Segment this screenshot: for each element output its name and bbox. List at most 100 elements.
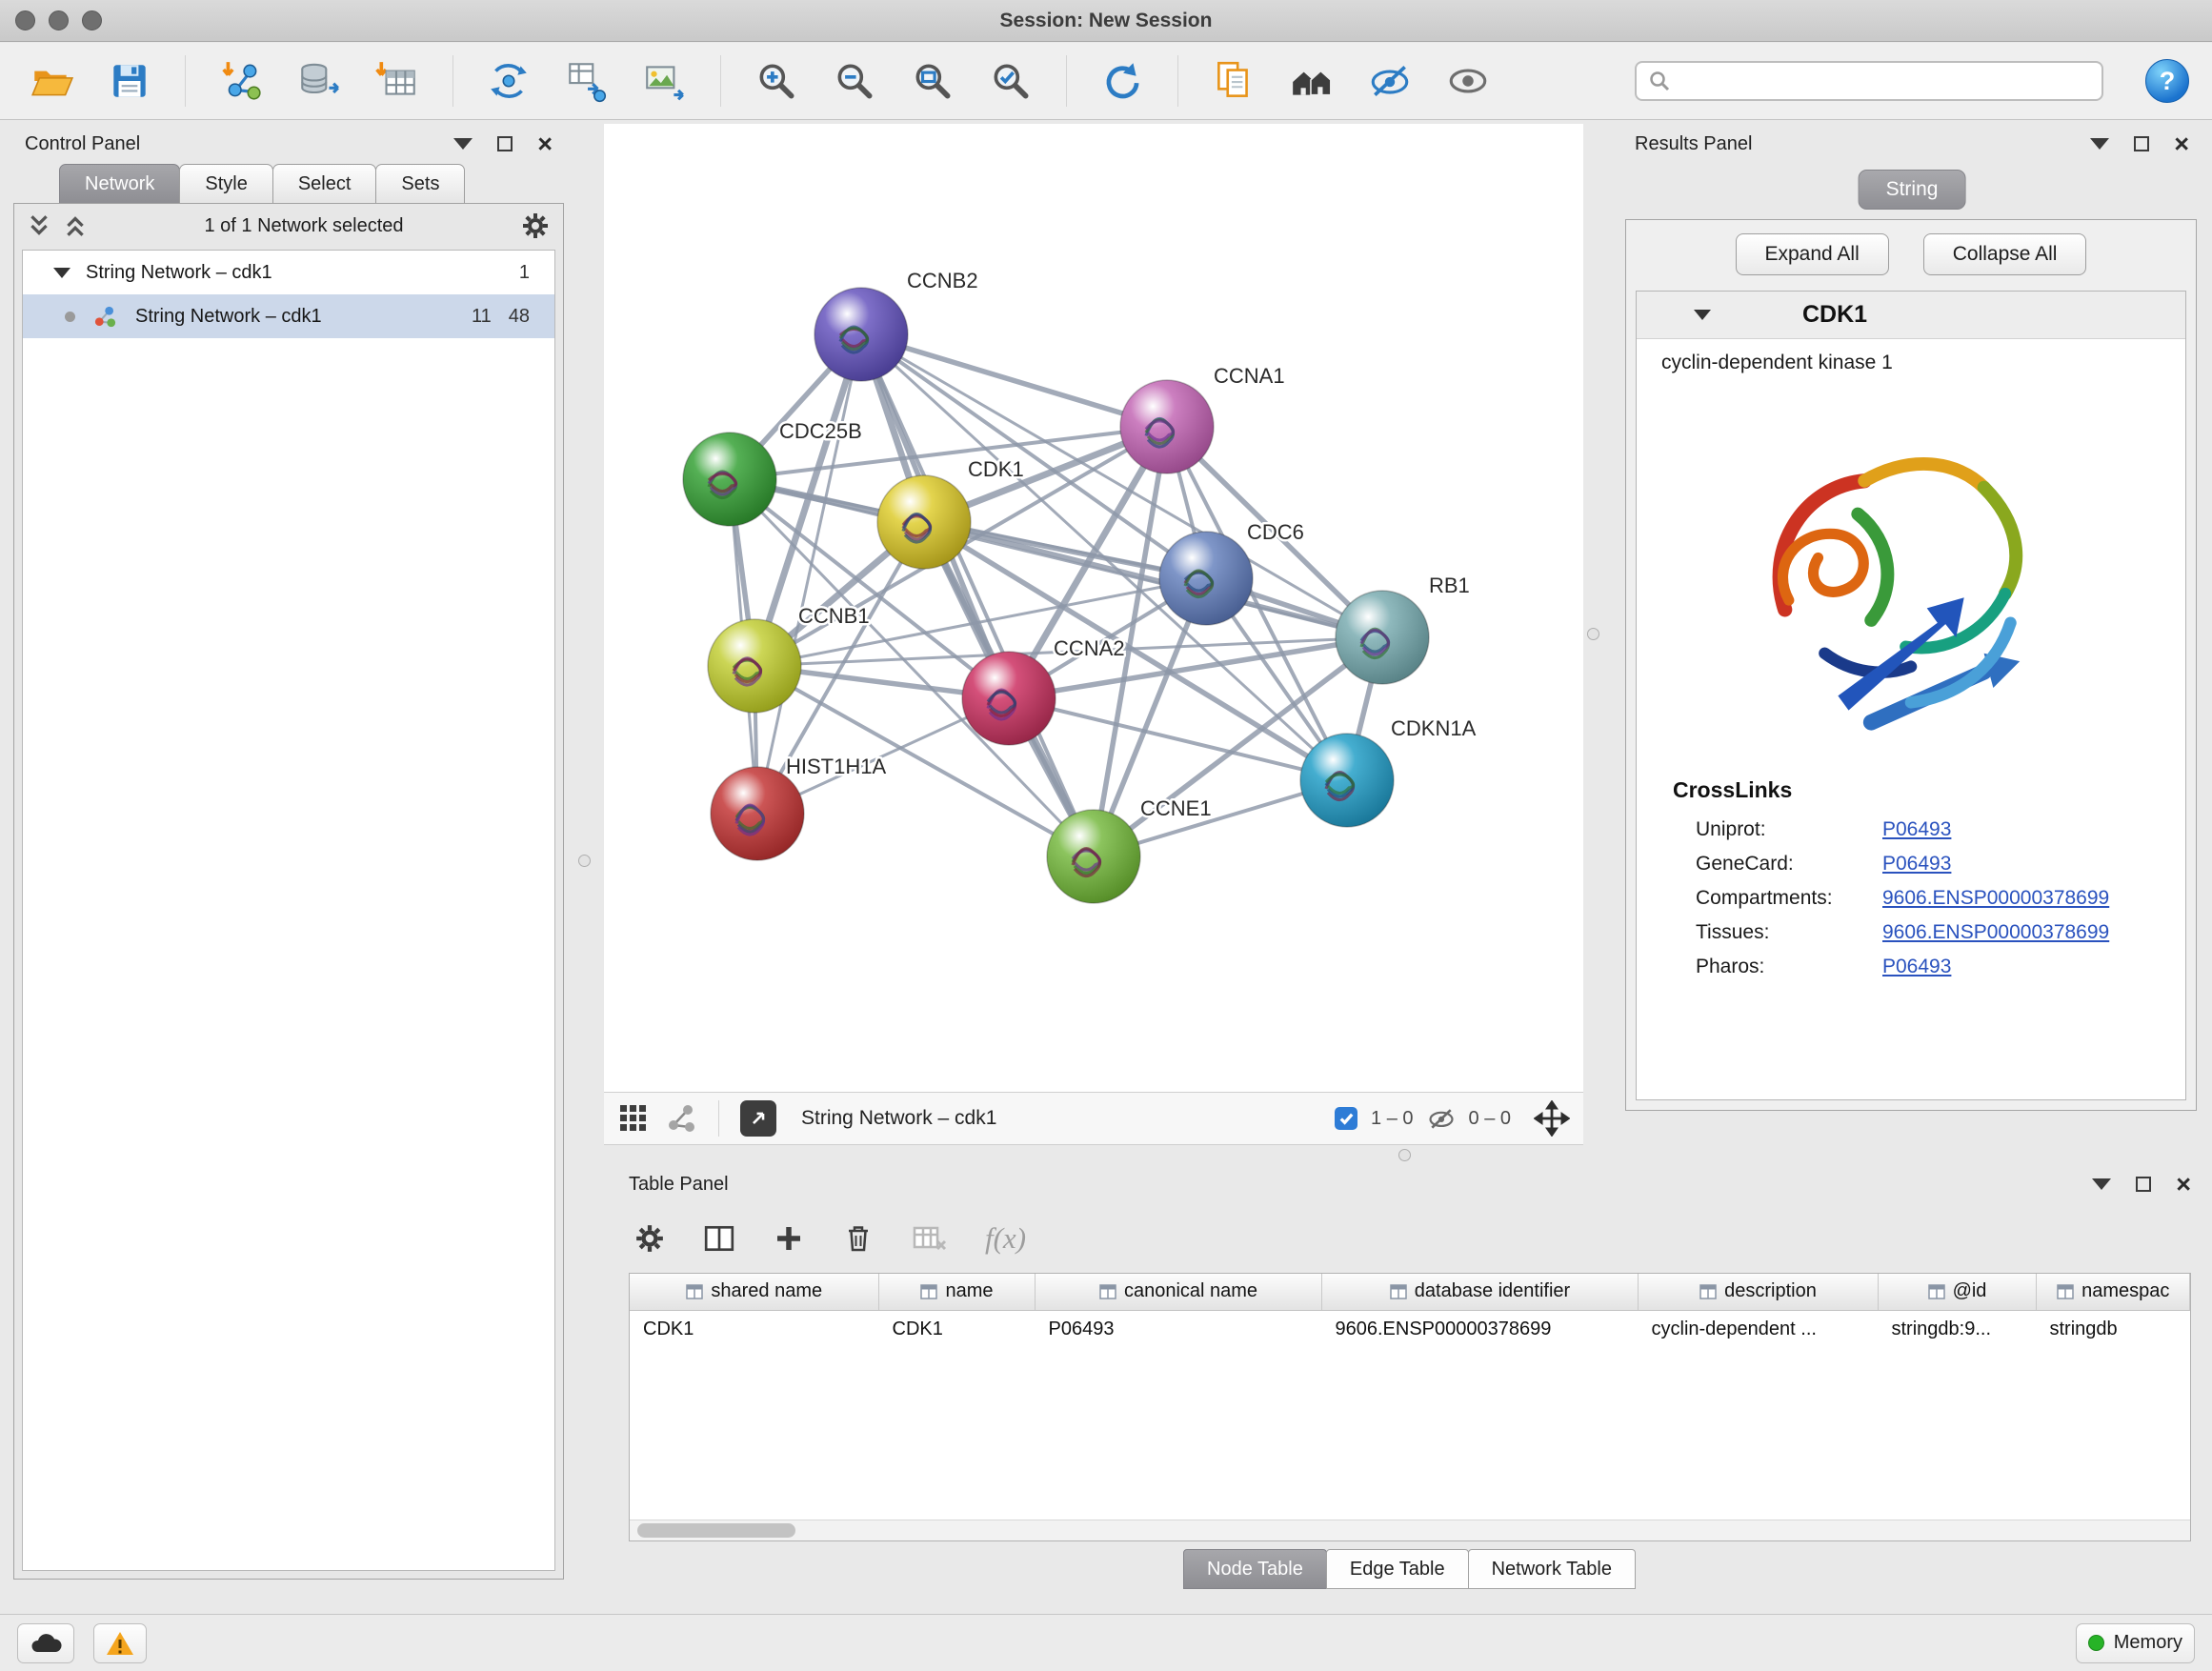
close-window-button[interactable] [15,10,35,30]
import-table-button[interactable] [369,51,426,111]
column-header[interactable]: name [878,1274,1035,1310]
network-node-cdkn1a[interactable] [1300,734,1394,827]
grid-view-icon[interactable] [617,1102,650,1135]
column-header[interactable]: canonical name [1035,1274,1321,1310]
expand-all-icon[interactable] [64,213,87,238]
hide-graphics-details-button[interactable] [1361,51,1418,111]
scrollbar-thumb[interactable] [637,1523,795,1538]
delete-column-icon[interactable] [842,1222,875,1255]
tab-edge-table[interactable]: Edge Table [1326,1549,1469,1589]
column-header[interactable]: shared name [630,1274,878,1310]
gene-section-header[interactable]: CDK1 [1637,292,2185,339]
selected-nodes-checkbox[interactable] [1335,1107,1357,1130]
select-columns-icon[interactable] [703,1223,735,1254]
network-row-selected[interactable]: String Network – cdk1 11 48 [23,294,554,338]
collection-disclosure-icon[interactable] [53,268,70,278]
network-edge[interactable] [861,334,1167,427]
float-panel-icon[interactable] [2090,138,2109,150]
float-panel-icon[interactable] [453,138,473,150]
zoom-selected-button[interactable] [982,51,1039,111]
import-network-database-button[interactable] [291,51,348,111]
search-input[interactable] [1679,70,2090,92]
crosslink-link[interactable]: P06493 [1882,818,1951,841]
close-panel-icon[interactable]: × [2174,131,2189,157]
string-tab-badge[interactable]: String [1859,170,1966,210]
tab-network-table[interactable]: Network Table [1468,1549,1636,1589]
network-node-ccne1[interactable] [1047,810,1140,903]
overview-button[interactable] [1283,51,1340,111]
restore-panel-icon[interactable] [2134,136,2149,151]
column-header[interactable]: database identifier [1321,1274,1638,1310]
network-node-hist1h1a[interactable] [711,767,804,860]
help-button[interactable]: ? [2145,59,2189,103]
tab-network[interactable]: Network [59,164,180,204]
network-options-gear-icon[interactable] [521,211,550,240]
copy-document-button[interactable] [1205,51,1262,111]
crosslink-link[interactable]: P06493 [1882,956,1951,978]
close-panel-icon[interactable]: × [2176,1172,2191,1198]
column-header[interactable]: @id [1878,1274,2036,1310]
minimize-window-button[interactable] [49,10,69,30]
network-node-ccna2[interactable] [962,652,1056,745]
network-node-cdc25b[interactable] [683,433,776,526]
splitter-handle[interactable] [1587,628,1599,640]
expand-all-button[interactable]: Expand All [1736,233,1889,275]
network-edge[interactable] [757,334,861,814]
restore-panel-icon[interactable] [2136,1177,2151,1192]
show-graphics-details-button[interactable] [1439,51,1497,111]
collapse-all-icon[interactable] [28,213,50,238]
warnings-button[interactable] [93,1623,147,1663]
gene-disclosure-icon[interactable] [1694,310,1711,320]
network-node-cdk1[interactable] [877,475,971,569]
first-neighbors-button[interactable] [480,51,537,111]
save-session-button[interactable] [101,51,158,111]
new-network-from-selection-button[interactable] [558,51,615,111]
tab-node-table[interactable]: Node Table [1183,1549,1327,1589]
column-header[interactable]: namespac [2036,1274,2190,1310]
float-panel-icon[interactable] [2092,1178,2111,1190]
tab-sets[interactable]: Sets [375,164,465,204]
network-node-ccna1[interactable] [1120,380,1214,473]
search-box[interactable] [1635,61,2103,101]
network-edge[interactable] [861,334,1094,856]
warning-icon [106,1630,134,1657]
collapse-all-button[interactable]: Collapse All [1923,233,2087,275]
network-node-ccnb1[interactable] [708,619,801,713]
table-options-gear-icon[interactable] [634,1223,665,1254]
network-share-icon[interactable] [665,1102,697,1135]
toolbar-separator [1066,55,1067,107]
close-panel-icon[interactable]: × [537,131,553,157]
tab-select[interactable]: Select [272,164,377,204]
import-network-file-button[interactable] [212,51,270,111]
network-collection-row[interactable]: String Network – cdk1 1 [23,251,554,294]
crosslink-link[interactable]: P06493 [1882,853,1951,876]
hidden-eye-icon[interactable] [1427,1104,1456,1133]
tab-style[interactable]: Style [179,164,272,204]
pan-move-icon[interactable] [1534,1100,1570,1137]
network-node-ccnb2[interactable] [814,288,908,381]
function-builder-icon[interactable]: f(x) [985,1221,1026,1256]
cloud-status-button[interactable] [17,1623,74,1663]
add-column-icon[interactable] [774,1223,804,1254]
splitter-handle[interactable] [1398,1149,1411,1161]
restore-panel-icon[interactable] [497,136,513,151]
network-node-rb1[interactable] [1336,591,1429,684]
memory-button[interactable]: Memory [2076,1623,2195,1663]
apply-layout-button[interactable] [1094,51,1151,111]
zoom-in-button[interactable] [748,51,805,111]
crosslink-link[interactable]: 9606.ENSP00000378699 [1882,887,2109,910]
network-node-cdc6[interactable] [1159,532,1253,625]
open-session-button[interactable] [23,51,80,111]
zoom-out-button[interactable] [826,51,883,111]
horizontal-scrollbar[interactable] [630,1520,2190,1540]
network-view[interactable]: CCNB2CCNA1CDC25BCDK1CDC6RB1CCNB1CCNA2CDK… [604,124,1583,1092]
table-row[interactable]: CDK1CDK1P064939606.ENSP00000378699cyclin… [630,1310,2190,1348]
splitter-handle[interactable] [578,855,591,867]
current-network-title: String Network – cdk1 [801,1107,996,1130]
zoom-fit-button[interactable] [904,51,961,111]
column-header[interactable]: description [1638,1274,1878,1310]
annotation-mode-button[interactable] [740,1100,776,1137]
export-image-button[interactable] [636,51,694,111]
crosslink-link[interactable]: 9606.ENSP00000378699 [1882,921,2109,944]
zoom-window-button[interactable] [82,10,102,30]
